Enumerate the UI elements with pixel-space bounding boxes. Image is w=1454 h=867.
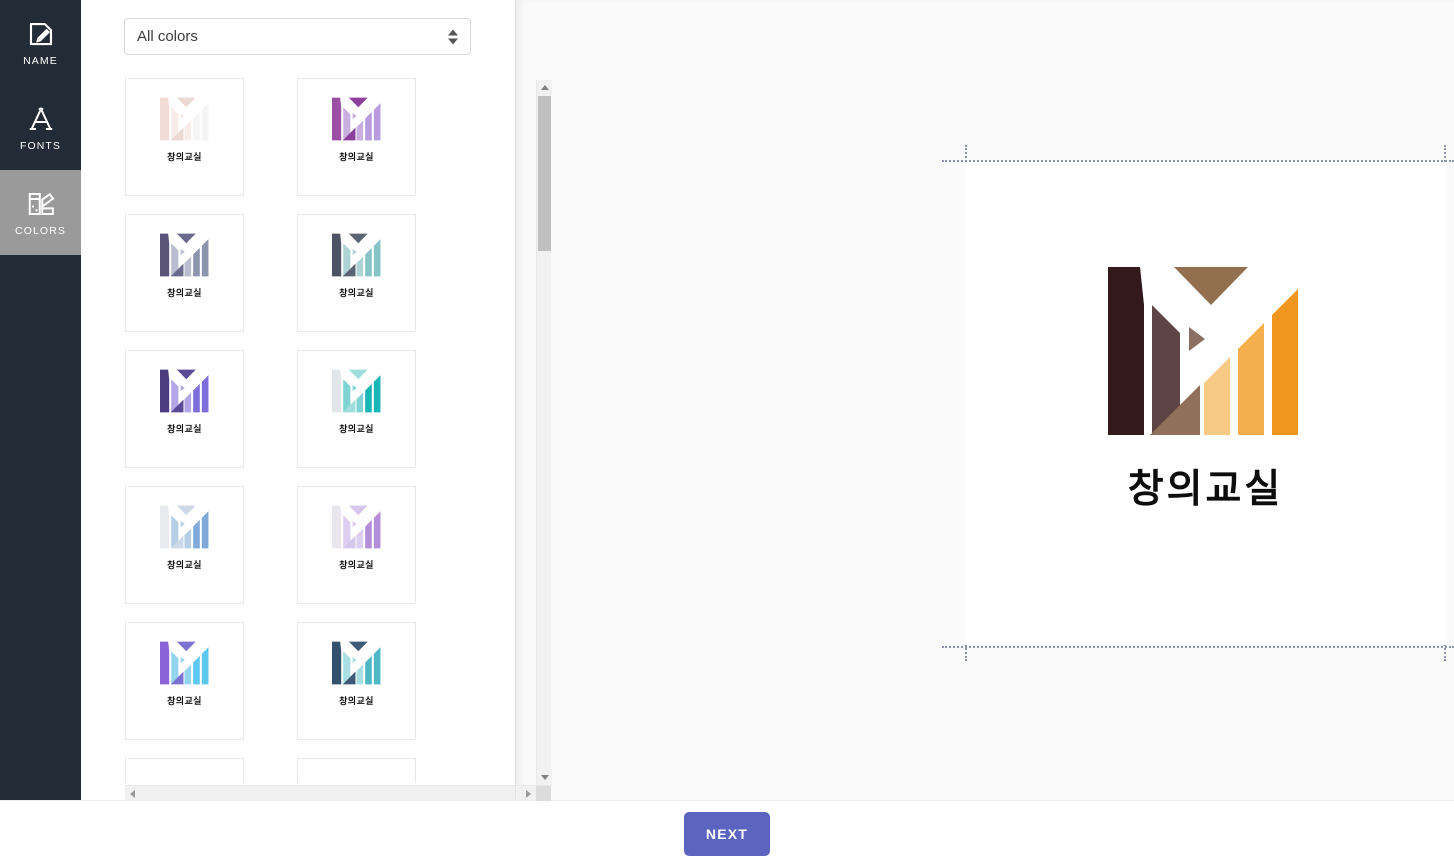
swatch-logo-mark bbox=[159, 97, 210, 141]
letter-a-icon bbox=[26, 104, 56, 134]
swatch-brand-name: 창의교실 bbox=[167, 289, 202, 299]
scroll-left-arrow-icon[interactable] bbox=[125, 786, 140, 801]
swatch-logo-mark bbox=[331, 369, 382, 413]
next-button[interactable]: NEXT bbox=[684, 812, 770, 856]
sidebar-item-fonts[interactable]: FONTS bbox=[0, 85, 81, 170]
swatch-brand-name: 창의교실 bbox=[167, 425, 202, 435]
swatch-brand-name: 창의교실 bbox=[167, 561, 202, 571]
swatch-brand-name: 창의교실 bbox=[167, 153, 202, 163]
swatch-logo-mark bbox=[331, 97, 382, 141]
scroll-right-arrow-icon[interactable] bbox=[521, 786, 536, 801]
swatch-grid: 창의교실 창의교실 창의교실 창의교실 창의교실 창의교실 창의교실 창의교실 창의교실 창의교실 bbox=[125, 78, 496, 783]
logo-mark bbox=[1107, 267, 1304, 435]
footer-bar: NEXT bbox=[0, 800, 1454, 867]
swatch-brand-name: 창의교실 bbox=[339, 561, 374, 571]
logo-brand-name: 창의교실 bbox=[1127, 467, 1284, 512]
logo-swatch-card[interactable]: 창의교실 bbox=[297, 78, 416, 196]
logo-swatch-card[interactable]: 창의교실 bbox=[125, 78, 244, 196]
swatch-brand-name: 창의교실 bbox=[167, 697, 202, 707]
pencil-square-icon bbox=[26, 19, 56, 49]
logo-preview-area: 창의교실 bbox=[515, 0, 1454, 810]
logo-swatch-card[interactable]: 창의교실 bbox=[297, 486, 416, 604]
swatch-logo-mark bbox=[331, 641, 382, 685]
color-picker-panel: All colors 창의교실 창의교실 창의교실 창의교실 창의교실 창의교실 창의교실 창… bbox=[81, 0, 552, 801]
color-filter-value: All colors bbox=[137, 28, 198, 45]
swatch-grid-viewport: 창의교실 창의교실 창의교실 창의교실 창의교실 창의교실 창의교실 창의교실 창의교실 창의교실 bbox=[125, 78, 536, 783]
swatch-logo-mark bbox=[159, 505, 210, 549]
logo-swatch-card[interactable]: 창의교실 bbox=[297, 214, 416, 332]
chevron-updown-icon bbox=[448, 29, 458, 44]
scrollbar-corner bbox=[536, 786, 551, 801]
color-filter-wrapper: All colors bbox=[124, 18, 471, 55]
swatch-logo-mark bbox=[331, 505, 382, 549]
swatch-brand-name: 창의교실 bbox=[339, 697, 374, 707]
logo-swatch-card[interactable]: 창의교실 bbox=[297, 350, 416, 468]
logo-swatch-card[interactable]: 창의교실 bbox=[125, 622, 244, 740]
vertical-scrollbar-thumb[interactable] bbox=[538, 96, 551, 251]
logo-canvas[interactable]: 창의교실 bbox=[965, 162, 1446, 645]
swatch-logo-mark bbox=[159, 369, 210, 413]
swatch-logo-mark bbox=[159, 233, 210, 277]
scroll-down-arrow-icon[interactable] bbox=[537, 770, 552, 785]
sidebar-item-label: NAME bbox=[23, 54, 58, 67]
vertical-scrollbar[interactable] bbox=[536, 80, 552, 785]
horizontal-scrollbar[interactable] bbox=[125, 785, 551, 801]
logo-maker-app: NAME FONTS COLORS All colors 창의교실 창의교실 창… bbox=[0, 0, 1454, 867]
logo-swatch-card[interactable]: 창의교실 bbox=[297, 622, 416, 740]
color-filter-select[interactable]: All colors bbox=[124, 18, 471, 55]
swatch-brand-name: 창의교실 bbox=[339, 425, 374, 435]
sidebar-item-label: COLORS bbox=[15, 224, 66, 237]
logo-swatch-card[interactable] bbox=[125, 758, 244, 783]
left-sidebar: NAME FONTS COLORS bbox=[0, 0, 81, 800]
logo-swatch-card[interactable]: 창의교실 bbox=[125, 350, 244, 468]
swatch-logo-mark bbox=[331, 233, 382, 277]
logo-swatch-card[interactable]: 창의교실 bbox=[125, 486, 244, 604]
sidebar-item-label: FONTS bbox=[19, 139, 62, 152]
logo-swatch-card[interactable]: 창의교실 bbox=[125, 214, 244, 332]
logo-swatch-card[interactable] bbox=[297, 758, 416, 783]
swatch-logo-mark bbox=[159, 641, 210, 685]
guide-line-bottom bbox=[942, 646, 1454, 648]
swatch-brand-name: 창의교실 bbox=[339, 289, 374, 299]
sidebar-item-colors[interactable]: COLORS bbox=[0, 170, 81, 255]
scroll-up-arrow-icon[interactable] bbox=[537, 80, 552, 95]
palette-icon bbox=[26, 189, 56, 219]
sidebar-item-name[interactable]: NAME bbox=[0, 0, 81, 85]
swatch-brand-name: 창의교실 bbox=[339, 153, 374, 163]
